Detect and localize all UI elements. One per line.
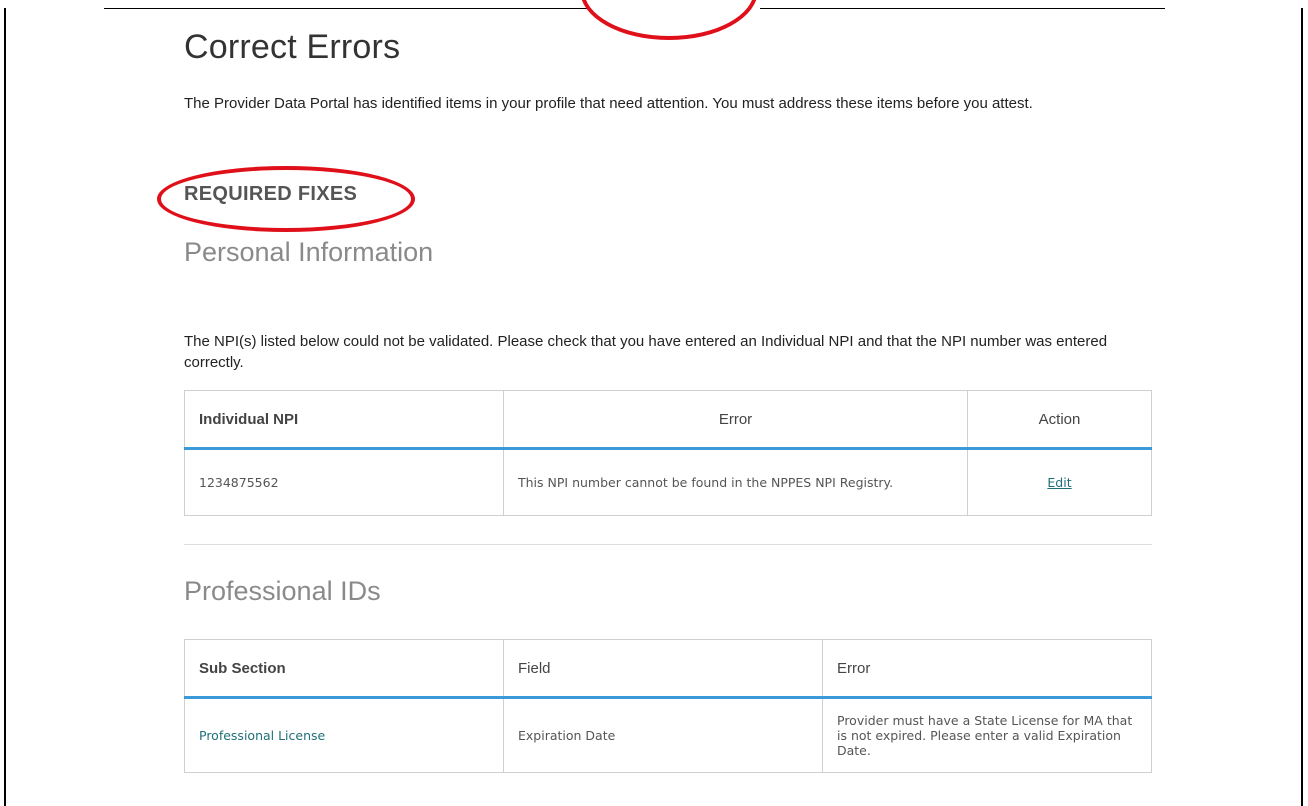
professional-license-link[interactable]: Professional License: [199, 728, 325, 743]
npi-number-cell: 1234875562: [184, 448, 504, 516]
column-header-action: Action: [967, 390, 1152, 450]
intro-text: The Provider Data Portal has identified …: [184, 95, 1033, 112]
frame-top-border-left: [104, 8, 587, 9]
table-row: Professional License Expiration Date Pro…: [184, 697, 1152, 773]
column-header-field: Field: [503, 639, 823, 699]
table-header-row: Sub Section Field Error: [184, 639, 1152, 699]
field-cell: Expiration Date: [503, 697, 823, 773]
column-header-error: Error: [503, 390, 968, 450]
license-error-cell: Provider must have a State License for M…: [822, 697, 1152, 773]
table-row: 1234875562 This NPI number cannot be fou…: [184, 448, 1152, 516]
sub-section-cell: Professional License: [184, 697, 504, 773]
frame-right-border: [1301, 8, 1303, 806]
column-header-individual-npi: Individual NPI: [184, 390, 504, 450]
action-cell: Edit: [967, 448, 1152, 516]
section-divider: [184, 544, 1152, 545]
frame-top-border-right: [760, 8, 1165, 9]
professional-ids-heading: Professional IDs: [184, 576, 381, 606]
npi-validation-message: The NPI(s) listed below could not be val…: [184, 333, 1108, 371]
edit-link[interactable]: Edit: [1047, 475, 1071, 490]
annotation-oval-top: [580, 0, 758, 40]
npi-error-table: Individual NPI Error Action 1234875562 T…: [184, 390, 1152, 516]
professional-ids-error-table: Sub Section Field Error Professional Lic…: [184, 639, 1152, 773]
column-header-error: Error: [822, 639, 1152, 699]
table-header-row: Individual NPI Error Action: [184, 390, 1152, 450]
annotation-oval-required-fixes: [157, 166, 415, 232]
npi-error-cell: This NPI number cannot be found in the N…: [503, 448, 968, 516]
page-title: Correct Errors: [184, 28, 401, 66]
frame-left-border: [4, 8, 6, 806]
column-header-sub-section: Sub Section: [184, 639, 504, 699]
personal-information-heading: Personal Information: [184, 237, 434, 267]
